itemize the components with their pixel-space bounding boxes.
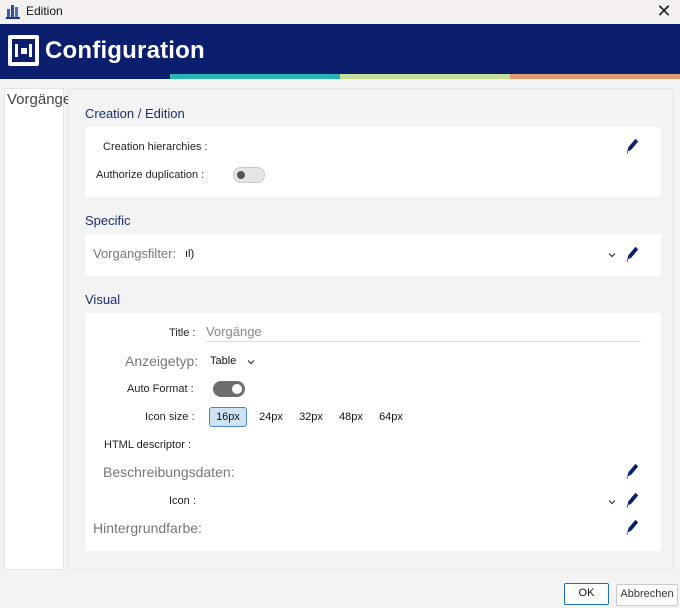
configuration-logo-icon (8, 35, 39, 66)
icon-label: Icon : (169, 495, 196, 507)
visual-title-input[interactable] (206, 322, 641, 342)
section-title-specific: Specific (85, 213, 131, 228)
html-descriptor-label: HTML descriptor : (104, 439, 192, 451)
edit-creation-hierarchies-pencil-icon[interactable] (627, 138, 639, 154)
cancel-button[interactable]: Abbrechen (616, 584, 678, 606)
section-title-creation-edition: Creation / Edition (85, 106, 185, 121)
section-title-visual: Visual (85, 292, 121, 307)
window-titlebar: Edition ✕ (0, 0, 680, 24)
vorgangsfilter-label: Vorgangsfilter: (93, 246, 177, 261)
beschreibungsdaten-label: Beschreibungsdaten: (103, 464, 235, 480)
ok-button[interactable]: OK (564, 583, 609, 605)
visual-card: Title : Anzeigetyp: Table Auto Format : … (85, 313, 661, 551)
creation-hierarchies-label: Creation hierarchies : (103, 141, 208, 153)
left-panel-item-vorgaenge[interactable]: Vorgänge (7, 91, 71, 108)
icon-size-option-24px[interactable]: 24px (253, 407, 289, 427)
app-icon (6, 5, 20, 19)
edit-hintergrundfarbe-pencil-icon[interactable] (627, 519, 639, 535)
close-icon[interactable]: ✕ (654, 1, 674, 21)
anzeigetyp-label: Anzeigetyp: (125, 353, 199, 369)
visual-title-label: Title : (169, 327, 196, 339)
anzeigetyp-value[interactable]: Table (210, 355, 236, 367)
authorize-duplication-label: Authorize duplication : (96, 169, 205, 181)
auto-format-toggle[interactable] (213, 381, 245, 397)
auto-format-label: Auto Format : (127, 383, 194, 395)
icon-size-label: Icon size : (145, 411, 195, 423)
anzeigetyp-chevron-down-icon[interactable] (246, 357, 256, 367)
icon-size-option-48px[interactable]: 48px (333, 407, 369, 427)
left-navigation-panel: Vorgänge (4, 88, 71, 570)
icon-size-option-64px[interactable]: 64px (373, 407, 409, 427)
header-title: Configuration (45, 37, 205, 64)
icon-size-option-32px[interactable]: 32px (293, 407, 329, 427)
icon-chevron-down-icon[interactable] (607, 497, 617, 507)
edit-beschreibungsdaten-pencil-icon[interactable] (627, 463, 639, 479)
window-title: Edition (26, 4, 63, 18)
vorgangsfilter-chevron-down-icon[interactable] (607, 250, 617, 260)
icon-size-option-16px[interactable]: 16px (209, 407, 247, 427)
configuration-header: Configuration (0, 24, 680, 74)
edit-icon-pencil-icon[interactable] (627, 492, 639, 508)
creation-edition-card: Creation hierarchies : Authorize duplica… (85, 127, 661, 197)
authorize-duplication-toggle[interactable] (233, 167, 265, 183)
edit-vorgangsfilter-pencil-icon[interactable] (627, 246, 639, 262)
header-color-stripe (0, 74, 680, 79)
hintergrundfarbe-label: Hintergrundfarbe: (93, 520, 202, 536)
vorgangsfilter-value: ıl) (185, 248, 195, 260)
specific-card: Vorgangsfilter: ıl) (85, 234, 661, 276)
configuration-main-panel: Creation / Edition Creation hierarchies … (68, 88, 674, 570)
